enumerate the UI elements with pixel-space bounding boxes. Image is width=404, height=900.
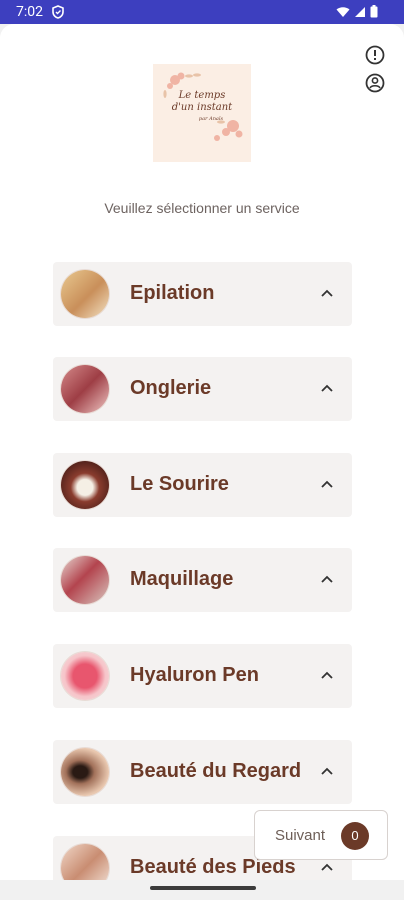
service-label: Hyaluron Pen xyxy=(130,664,259,686)
service-label: Epilation xyxy=(130,282,215,304)
wifi-icon xyxy=(336,6,350,17)
regard-thumbnail xyxy=(61,748,109,796)
brand-logo: Le temps d'un instant par Anaïs xyxy=(153,64,251,162)
next-button[interactable]: Suivant 0 xyxy=(254,810,388,860)
service-label: Le Sourire xyxy=(130,473,229,495)
epilation-thumbnail xyxy=(61,270,109,318)
account-icon[interactable] xyxy=(364,72,386,94)
chevron-up-icon[interactable] xyxy=(320,381,334,395)
chevron-up-icon[interactable] xyxy=(320,668,334,682)
info-icon[interactable] xyxy=(364,44,386,66)
logo-line-2: d'un instant xyxy=(172,102,233,113)
selected-count-badge: 0 xyxy=(341,822,369,850)
chevron-up-icon[interactable] xyxy=(320,572,334,586)
service-card-onglerie[interactable]: Onglerie xyxy=(53,357,352,421)
service-label: Beauté du Regard xyxy=(130,760,302,782)
service-card-maquillage[interactable]: Maquillage xyxy=(53,548,352,612)
status-time: 7:02 xyxy=(16,4,43,20)
chevron-up-icon[interactable] xyxy=(320,764,334,778)
logo-line-3: par Anaïs xyxy=(199,116,224,122)
signal-icon xyxy=(355,6,365,17)
hyaluron-thumbnail xyxy=(61,652,109,700)
logo-graphic: Le temps d'un instant par Anaïs xyxy=(163,72,243,141)
service-card-hyaluron-pen[interactable]: Hyaluron Pen xyxy=(53,644,352,708)
service-label: Maquillage xyxy=(130,568,234,590)
onglerie-thumbnail xyxy=(61,365,109,413)
service-label: Onglerie xyxy=(130,377,212,399)
service-card-le-sourire[interactable]: Le Sourire xyxy=(53,453,352,517)
chevron-up-icon[interactable] xyxy=(320,477,334,491)
app-screen: Le temps d'un instant par Anaïs Veuillez… xyxy=(0,24,404,880)
maquillage-thumbnail xyxy=(61,556,109,604)
service-card-epilation[interactable]: Epilation xyxy=(53,262,352,326)
service-card-beaute-du-regard[interactable]: Beauté du Regard xyxy=(53,740,352,804)
chevron-up-icon[interactable] xyxy=(320,286,334,300)
logo-line-1: Le temps xyxy=(178,90,226,101)
shield-icon xyxy=(52,5,64,19)
battery-icon xyxy=(370,5,378,18)
next-button-label: Suivant xyxy=(275,827,326,844)
pieds-thumbnail xyxy=(61,844,109,880)
sourire-thumbnail xyxy=(61,461,109,509)
select-service-prompt: Veuillez sélectionner un service xyxy=(104,200,300,216)
chevron-up-icon[interactable] xyxy=(320,860,334,874)
status-bar: 7:02 xyxy=(0,0,404,24)
home-gesture-handle[interactable] xyxy=(150,886,256,890)
navigation-bar xyxy=(0,880,404,900)
